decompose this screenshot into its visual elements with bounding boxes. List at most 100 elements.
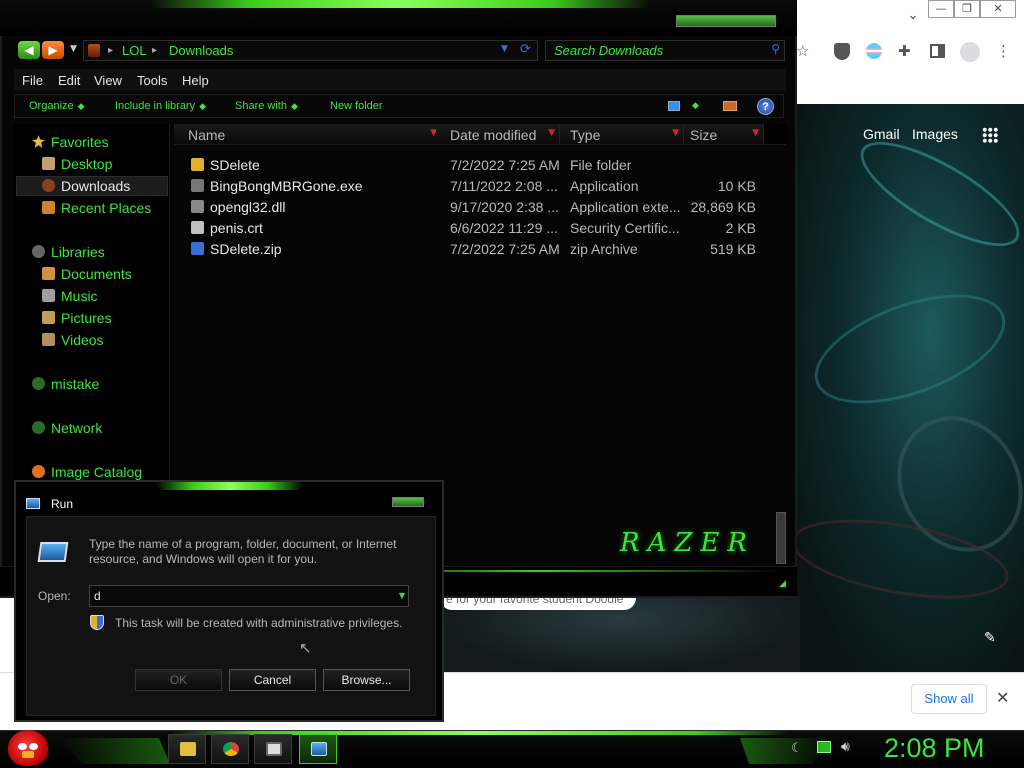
refresh-icon[interactable]: ⟳	[520, 42, 531, 57]
file-row[interactable]: opengl32.dll 9/17/2020 2:38 ... Applicat…	[174, 196, 774, 217]
column-type[interactable]: Type ▼	[560, 124, 684, 144]
extensions-icon[interactable]: ✚	[898, 42, 911, 60]
taskbar-file-explorer[interactable]	[168, 734, 206, 764]
column-filter-icon[interactable]: ▼	[752, 128, 759, 138]
show-all-button[interactable]: Show all	[911, 684, 987, 714]
search-icon[interactable]: ⚲	[771, 42, 780, 56]
organize-button[interactable]: Organize ◆	[29, 100, 85, 112]
change-view-icon[interactable]	[668, 101, 680, 111]
apps-grid-icon[interactable]	[982, 127, 998, 143]
file-name: BingBongMBRGone.exe	[210, 178, 363, 194]
menu-bar: File Edit View Tools Help	[14, 69, 786, 91]
sidepanel-icon[interactable]	[930, 44, 945, 58]
ublock-icon[interactable]	[834, 43, 850, 60]
menu-file[interactable]: File	[22, 73, 43, 88]
taskbar-run[interactable]	[299, 734, 337, 764]
close-button[interactable]: ✕	[980, 0, 1016, 18]
run-dialog: Run Type the name of a program, folder, …	[14, 480, 444, 722]
recent-pages-chevron-icon[interactable]: ▼	[70, 44, 77, 54]
address-bar[interactable]: ▸ LOL ▸ Downloads ▼ ⟳	[83, 40, 538, 61]
column-filter-icon[interactable]: ▼	[548, 128, 555, 138]
open-input[interactable]	[94, 588, 384, 604]
open-combobox[interactable]: ▼	[89, 585, 409, 607]
search-box[interactable]: ⚲	[545, 40, 785, 61]
chrome-icon	[223, 742, 239, 756]
menu-edit[interactable]: Edit	[58, 73, 80, 88]
pencil-icon[interactable]: ✎	[984, 630, 996, 646]
images-link[interactable]: Images	[912, 126, 958, 142]
nav-desktop[interactable]: Desktop	[42, 156, 112, 176]
include-in-library-button[interactable]: Include in library ◆	[115, 100, 206, 112]
nav-pictures[interactable]: Pictures	[42, 310, 112, 330]
nav-recent-places[interactable]: Recent Places	[42, 200, 151, 220]
new-folder-button[interactable]: New folder	[330, 100, 383, 112]
start-button[interactable]	[8, 730, 48, 766]
nav-favorites[interactable]: Favorites	[32, 134, 109, 154]
column-date-modified[interactable]: Date modified ▼	[436, 124, 560, 144]
file-name: SDelete.zip	[210, 241, 282, 257]
videos-icon	[42, 333, 55, 346]
dialog-title: Run	[51, 497, 74, 511]
nav-label: Downloads	[61, 178, 131, 194]
run-large-icon	[37, 542, 69, 562]
column-size[interactable]: Size ▼	[684, 124, 764, 144]
file-row[interactable]: BingBongMBRGone.exe 7/11/2022 2:08 ... A…	[174, 175, 774, 196]
breadcrumb-lol[interactable]: LOL	[122, 43, 147, 58]
chevron-down-icon[interactable]: ▼	[399, 591, 405, 600]
file-row[interactable]: penis.crt 6/6/2022 11:29 ... Security Ce…	[174, 217, 774, 238]
file-type: zip Archive	[570, 241, 638, 257]
nav-libraries[interactable]: Libraries	[32, 244, 105, 264]
nav-music[interactable]: Music	[42, 288, 98, 308]
libraries-icon	[32, 245, 45, 258]
moon-icon[interactable]: ☾	[791, 741, 803, 756]
menu-help[interactable]: Help	[182, 73, 209, 88]
organize-label: Organize	[29, 100, 74, 112]
forward-button[interactable]: ▶	[42, 41, 64, 59]
resize-grip-icon[interactable]: ◢	[779, 579, 786, 589]
close-icon[interactable]: ✕	[996, 688, 1009, 707]
view-dropdown-icon[interactable]: ◆	[692, 100, 699, 111]
file-size: 519 KB	[710, 241, 756, 257]
profile-icon[interactable]	[960, 42, 980, 62]
ok-button[interactable]: OK	[135, 669, 222, 691]
taskbar-window[interactable]	[254, 734, 292, 764]
help-button[interactable]: ?	[757, 98, 774, 115]
share-with-button[interactable]: Share with ◆	[235, 100, 298, 112]
back-button[interactable]: ◀	[18, 41, 40, 59]
kebab-menu-icon[interactable]: ⋮	[996, 42, 1011, 60]
taskbar-chrome[interactable]	[211, 734, 249, 764]
clock[interactable]: 2:08 PM	[884, 733, 985, 764]
preview-pane-icon[interactable]	[723, 101, 737, 111]
translate-icon[interactable]	[866, 43, 882, 59]
nav-label: Videos	[61, 332, 104, 348]
breadcrumb-downloads[interactable]: Downloads	[169, 43, 233, 58]
star-icon[interactable]: ☆	[796, 42, 809, 60]
file-row[interactable]: SDelete 7/2/2022 7:25 AM File folder	[174, 154, 774, 175]
nav-network[interactable]: Network	[32, 420, 102, 440]
window-controls[interactable]	[676, 15, 776, 27]
browse-button[interactable]: Browse...	[323, 669, 410, 691]
search-input[interactable]	[554, 42, 754, 59]
network-icon[interactable]	[817, 741, 831, 753]
file-row[interactable]: SDelete.zip 7/2/2022 7:25 AM zip Archive…	[174, 238, 774, 259]
pictures-icon	[42, 311, 55, 324]
uac-shield-icon	[90, 615, 104, 630]
column-name[interactable]: Name ▼	[174, 124, 442, 144]
nav-mistake[interactable]: mistake	[32, 376, 99, 396]
volume-icon[interactable]: 🔊︎	[841, 739, 850, 755]
minimize-button[interactable]: —	[928, 0, 954, 18]
scrollbar[interactable]	[776, 512, 786, 564]
close-button[interactable]	[392, 497, 424, 507]
nav-downloads[interactable]: Downloads	[42, 178, 130, 198]
cancel-button[interactable]: Cancel	[229, 669, 316, 691]
menu-view[interactable]: View	[94, 73, 122, 88]
nav-videos[interactable]: Videos	[42, 332, 104, 352]
restore-button[interactable]: ❐	[954, 0, 980, 18]
music-icon	[42, 289, 55, 302]
gmail-link[interactable]: Gmail	[863, 126, 900, 142]
menu-tools[interactable]: Tools	[137, 73, 167, 88]
address-dropdown-icon[interactable]: ▼	[501, 44, 508, 54]
tab-search-chevron-icon[interactable]: ⌄	[905, 8, 921, 26]
column-filter-icon[interactable]: ▼	[672, 128, 679, 138]
nav-documents[interactable]: Documents	[42, 266, 132, 286]
